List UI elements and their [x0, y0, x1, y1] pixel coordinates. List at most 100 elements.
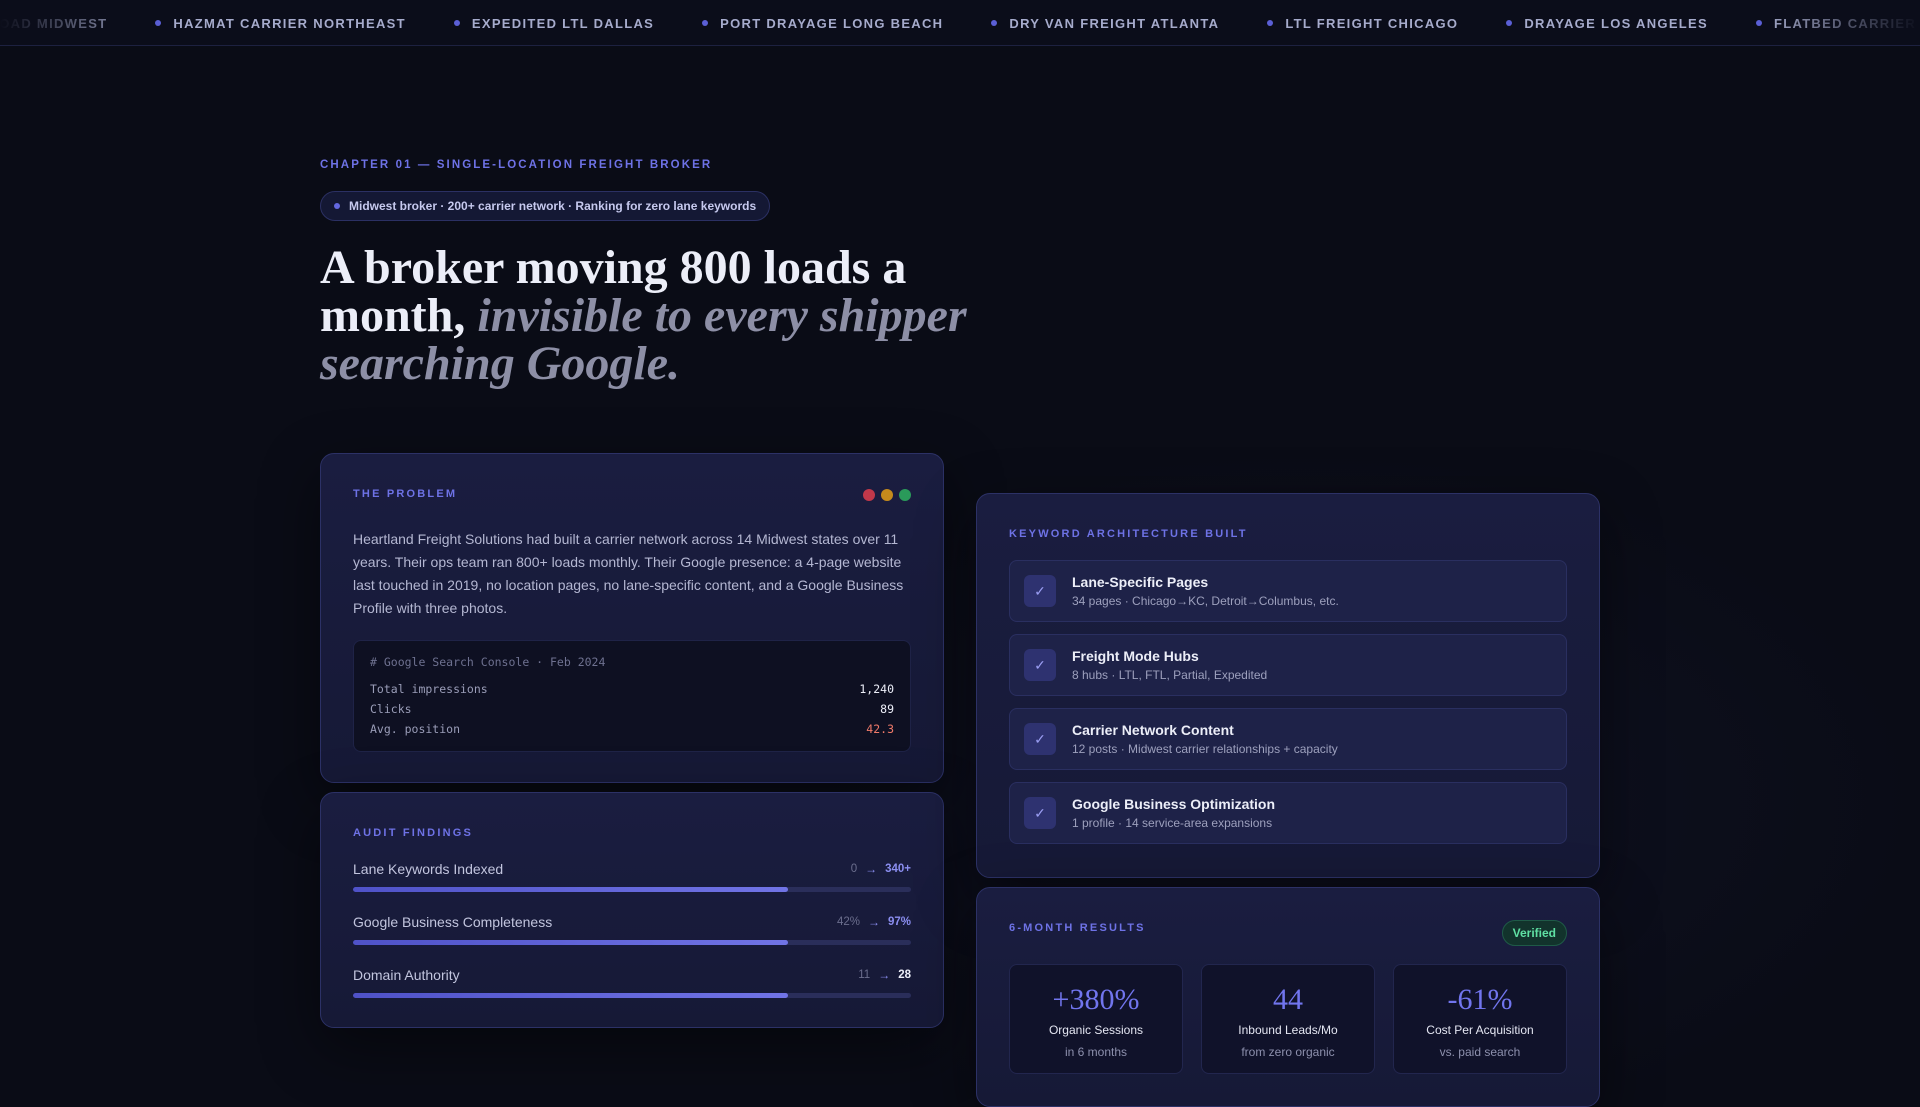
problem-label: THE PROBLEM: [353, 488, 458, 500]
arrow-right-icon: →: [867, 915, 880, 929]
page-headline: A broker moving 800 loads a month, invis…: [320, 244, 1020, 388]
keyword-item-subtitle: 34 pages · Chicago→KC, Detroit→Columbus,…: [1072, 594, 1339, 608]
list-item: ✓ Google Business Optimization 1 profile…: [1009, 782, 1567, 844]
problem-card: THE PROBLEM Heartland Freight Solutions …: [320, 453, 944, 783]
stat-label: Inbound Leads/Mo: [1238, 1023, 1338, 1037]
dot-icon: [334, 203, 340, 209]
audit-to-value: 340+: [885, 863, 911, 875]
chapter-label: CHAPTER 01 — SINGLE-LOCATION FREIGHT BRO…: [320, 159, 713, 171]
keyword-list: ✓ Lane-Specific Pages 34 pages · Chicago…: [1009, 560, 1567, 844]
keywords-label: KEYWORD ARCHITECTURE BUILT: [1009, 528, 1248, 540]
ticker-item: HAZMAT CARRIER NORTHEAST: [155, 16, 405, 31]
audit-to-value: 97%: [887, 916, 911, 928]
keyword-item-subtitle: 12 posts · Midwest carrier relationships…: [1072, 742, 1338, 756]
ticker-item: FLATBED CARRIER TEXAS: [1755, 16, 1920, 31]
ticker-track: TRUCKLOAD MIDWEST HAZMAT CARRIER NORTHEA…: [0, 0, 1920, 45]
audit-metric-name: Domain Authority: [353, 967, 460, 983]
window-controls: [863, 489, 911, 501]
progress-bar-fill: [353, 887, 789, 892]
audit-values: 0 → 340+: [851, 862, 911, 876]
stats-row: +380% Organic Sessions in 6 months 44 In…: [1009, 964, 1567, 1074]
dot-icon: [1755, 20, 1762, 26]
ticker-item: DRAYAGE LOS ANGELES: [1506, 16, 1708, 31]
console-value: 89: [880, 702, 894, 716]
stat-subtitle: from zero organic: [1241, 1045, 1335, 1059]
list-item: ✓ Carrier Network Content 12 posts · Mid…: [1009, 708, 1567, 770]
progress-bar: [353, 940, 911, 945]
window-dot-yellow-icon: [881, 489, 893, 501]
search-console-panel: # Google Search Console · Feb 2024 Total…: [353, 640, 911, 752]
stat-subtitle: vs. paid search: [1439, 1045, 1521, 1059]
stat-value: +380%: [1052, 983, 1140, 1016]
results-card: 6-MONTH RESULTS Verified +380% Organic S…: [976, 887, 1600, 1107]
stat-label: Organic Sessions: [1048, 1023, 1144, 1037]
context-pill: Midwest broker · 200+ carrier network · …: [320, 191, 771, 221]
audit-row: Domain Authority 11 → 28: [353, 967, 911, 998]
check-icon: ✓: [1024, 723, 1056, 755]
problem-description: Heartland Freight Solutions had built a …: [353, 531, 904, 616]
check-icon: ✓: [1024, 575, 1056, 607]
audit-row: Google Business Completeness 42% → 97%: [353, 914, 911, 945]
audit-findings-card: AUDIT FINDINGS Lane Keywords Indexed 0 →…: [320, 792, 944, 1028]
keyword-item-subtitle: 8 hubs · LTL, FTL, Partial, Expedited: [1072, 668, 1268, 682]
audit-values: 42% → 97%: [837, 915, 911, 929]
console-header: # Google Search Console · Feb 2024: [370, 655, 606, 669]
console-value: 1,240: [859, 682, 894, 696]
audit-metric-name: Lane Keywords Indexed: [353, 861, 504, 877]
console-value: 42.3: [866, 722, 894, 736]
keyword-item-title: Google Business Optimization: [1072, 796, 1276, 812]
window-dot-green-icon: [899, 489, 911, 501]
dot-icon: [702, 20, 709, 26]
context-pill-text: Midwest broker · 200+ carrier network · …: [349, 199, 757, 213]
stat-value: 44: [1273, 983, 1303, 1016]
ticker-item: DRY VAN FREIGHT ATLANTA: [991, 16, 1219, 31]
check-icon: ✓: [1024, 649, 1056, 681]
dot-icon: [453, 20, 460, 26]
keyword-item-title: Carrier Network Content: [1072, 722, 1234, 738]
audit-from-value: 11: [858, 969, 871, 981]
keyword-architecture-card: KEYWORD ARCHITECTURE BUILT ✓ Lane-Specif…: [976, 493, 1600, 878]
dot-icon: [991, 20, 998, 26]
ticker-item: EXPEDITED LTL DALLAS: [453, 16, 654, 31]
stat-value: -61%: [1447, 983, 1513, 1016]
audit-from-value: 42%: [836, 916, 860, 928]
stat-subtitle: in 6 months: [1064, 1045, 1128, 1059]
check-icon: ✓: [1024, 797, 1056, 829]
audit-row: Lane Keywords Indexed 0 → 340+: [353, 861, 911, 892]
progress-bar: [353, 993, 911, 998]
console-key: Clicks: [370, 702, 412, 716]
stat-tile: 44 Inbound Leads/Mo from zero organic: [1201, 964, 1375, 1074]
stat-label: Cost Per Acquisition: [1426, 1023, 1534, 1037]
arrow-right-icon: →: [865, 862, 878, 876]
stat-tile: -61% Cost Per Acquisition vs. paid searc…: [1393, 964, 1567, 1074]
ticker-item: PORT DRAYAGE LONG BEACH: [702, 16, 943, 31]
dot-icon: [155, 20, 162, 26]
console-row: Clicks 89: [370, 699, 894, 719]
audit-label: AUDIT FINDINGS: [353, 827, 474, 839]
list-item: ✓ Freight Mode Hubs 8 hubs · LTL, FTL, P…: [1009, 634, 1567, 696]
keyword-item-subtitle: 1 profile · 14 service-area expansions: [1072, 816, 1273, 830]
stat-tile: +380% Organic Sessions in 6 months: [1009, 964, 1183, 1074]
dot-icon: [1506, 20, 1513, 26]
console-row: Total impressions 1,240: [370, 679, 894, 699]
progress-bar: [353, 887, 911, 892]
ticker-item: LTL FREIGHT CHICAGO: [1267, 16, 1458, 31]
keyword-ticker: TRUCKLOAD MIDWEST HAZMAT CARRIER NORTHEA…: [0, 0, 1920, 46]
console-key: Total impressions: [370, 682, 488, 696]
results-label: 6-MONTH RESULTS: [1009, 922, 1146, 934]
audit-to-value: 28: [898, 969, 911, 981]
audit-values: 11 → 28: [858, 968, 911, 982]
dot-icon: [1267, 20, 1274, 26]
console-key: Avg. position: [370, 722, 461, 736]
audit-metric-name: Google Business Completeness: [353, 914, 553, 930]
arrow-right-icon: →: [878, 968, 891, 982]
verified-badge: Verified: [1501, 920, 1567, 946]
audit-from-value: 0: [850, 863, 858, 875]
window-dot-red-icon: [863, 489, 875, 501]
list-item: ✓ Lane-Specific Pages 34 pages · Chicago…: [1009, 560, 1567, 622]
ticker-item: TRUCKLOAD MIDWEST: [0, 15, 108, 31]
console-row: Avg. position 42.3: [370, 719, 894, 739]
progress-bar-fill: [353, 993, 789, 998]
keyword-item-title: Freight Mode Hubs: [1072, 648, 1199, 664]
keyword-item-title: Lane-Specific Pages: [1072, 574, 1209, 590]
